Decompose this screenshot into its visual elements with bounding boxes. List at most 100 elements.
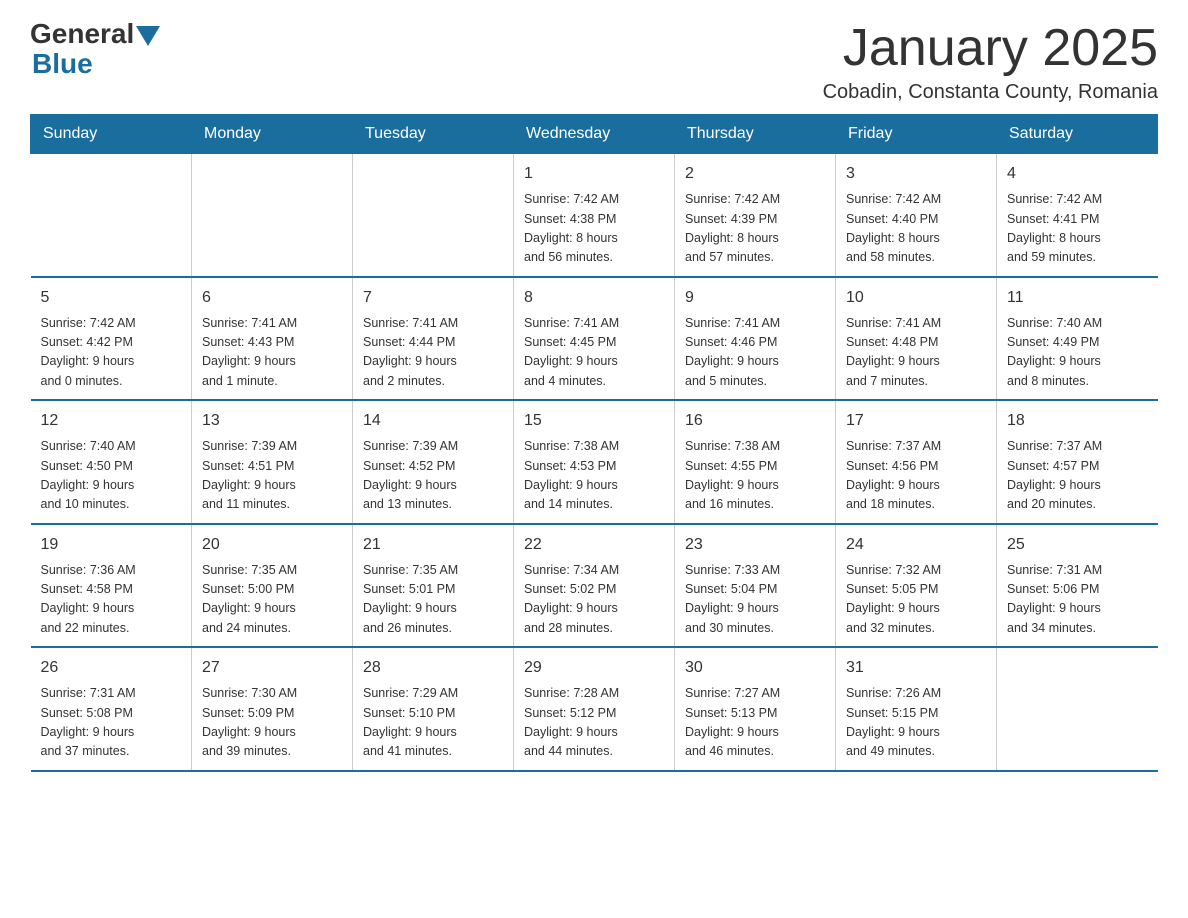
day-number: 6 <box>202 286 342 310</box>
calendar-cell: 7 Sunrise: 7:41 AMSunset: 4:44 PMDaylight… <box>353 277 514 401</box>
day-number: 7 <box>363 286 503 310</box>
day-info: Sunrise: 7:35 AMSunset: 5:01 PMDaylight:… <box>363 561 503 639</box>
day-info: Sunrise: 7:26 AMSunset: 5:15 PMDaylight:… <box>846 684 986 762</box>
day-info: Sunrise: 7:42 AMSunset: 4:38 PMDaylight:… <box>524 190 664 268</box>
calendar-cell: 19Sunrise: 7:36 AMSunset: 4:58 PMDayligh… <box>31 524 192 648</box>
day-info: Sunrise: 7:42 AMSunset: 4:41 PMDaylight:… <box>1007 190 1148 268</box>
day-info: Sunrise: 7:39 AMSunset: 4:52 PMDaylight:… <box>363 437 503 515</box>
day-number: 27 <box>202 656 342 680</box>
calendar-header: SundayMondayTuesdayWednesdayThursdayFrid… <box>31 115 1158 154</box>
day-info: Sunrise: 7:38 AMSunset: 4:55 PMDaylight:… <box>685 437 825 515</box>
day-info: Sunrise: 7:41 AMSunset: 4:45 PMDaylight:… <box>524 314 664 392</box>
day-info: Sunrise: 7:27 AMSunset: 5:13 PMDaylight:… <box>685 684 825 762</box>
day-info: Sunrise: 7:37 AMSunset: 4:56 PMDaylight:… <box>846 437 986 515</box>
calendar-cell: 21 Sunrise: 7:35 AMSunset: 5:01 PMDayligh… <box>353 524 514 648</box>
calendar-cell: 31 Sunrise: 7:26 AMSunset: 5:15 PMDayligh… <box>836 647 997 771</box>
day-info: Sunrise: 7:29 AMSunset: 5:10 PMDaylight:… <box>363 684 503 762</box>
day-info: Sunrise: 7:32 AMSunset: 5:05 PMDaylight:… <box>846 561 986 639</box>
calendar-title: January 2025 <box>823 20 1158 77</box>
day-number: 30 <box>685 656 825 680</box>
day-number: 12 <box>41 409 182 433</box>
logo-blue-text: Blue <box>30 50 160 78</box>
week-row-1: 1 Sunrise: 7:42 AMSunset: 4:38 PMDaylight… <box>31 154 1158 277</box>
day-number: 31 <box>846 656 986 680</box>
calendar-cell: 4 Sunrise: 7:42 AMSunset: 4:41 PMDaylight… <box>997 154 1158 277</box>
day-number: 24 <box>846 533 986 557</box>
day-info: Sunrise: 7:40 AMSunset: 4:49 PMDaylight:… <box>1007 314 1148 392</box>
calendar-cell: 29 Sunrise: 7:28 AMSunset: 5:12 PMDayligh… <box>514 647 675 771</box>
week-row-5: 26Sunrise: 7:31 AMSunset: 5:08 PMDayligh… <box>31 647 1158 771</box>
week-row-4: 19Sunrise: 7:36 AMSunset: 4:58 PMDayligh… <box>31 524 1158 648</box>
day-header-tuesday: Tuesday <box>353 115 514 154</box>
day-number: 10 <box>846 286 986 310</box>
calendar-cell: 13 Sunrise: 7:39 AMSunset: 4:51 PMDayligh… <box>192 400 353 524</box>
day-number: 11 <box>1007 286 1148 310</box>
calendar-subtitle: Cobadin, Constanta County, Romania <box>823 81 1158 104</box>
calendar-cell: 26Sunrise: 7:31 AMSunset: 5:08 PMDayligh… <box>31 647 192 771</box>
day-header-friday: Friday <box>836 115 997 154</box>
day-info: Sunrise: 7:42 AMSunset: 4:40 PMDaylight:… <box>846 190 986 268</box>
day-info: Sunrise: 7:31 AMSunset: 5:08 PMDaylight:… <box>41 684 182 762</box>
day-number: 20 <box>202 533 342 557</box>
day-number: 8 <box>524 286 664 310</box>
day-header-wednesday: Wednesday <box>514 115 675 154</box>
day-info: Sunrise: 7:41 AMSunset: 4:46 PMDaylight:… <box>685 314 825 392</box>
calendar-cell: 10Sunrise: 7:41 AMSunset: 4:48 PMDayligh… <box>836 277 997 401</box>
day-number: 28 <box>363 656 503 680</box>
day-info: Sunrise: 7:33 AMSunset: 5:04 PMDaylight:… <box>685 561 825 639</box>
calendar-cell <box>31 154 192 277</box>
day-info: Sunrise: 7:40 AMSunset: 4:50 PMDaylight:… <box>41 437 182 515</box>
calendar-cell: 16 Sunrise: 7:38 AMSunset: 4:55 PMDayligh… <box>675 400 836 524</box>
day-info: Sunrise: 7:31 AMSunset: 5:06 PMDaylight:… <box>1007 561 1148 639</box>
calendar-cell: 18Sunrise: 7:37 AMSunset: 4:57 PMDayligh… <box>997 400 1158 524</box>
day-info: Sunrise: 7:37 AMSunset: 4:57 PMDaylight:… <box>1007 437 1148 515</box>
day-number: 9 <box>685 286 825 310</box>
day-info: Sunrise: 7:34 AMSunset: 5:02 PMDaylight:… <box>524 561 664 639</box>
calendar-cell: 17 Sunrise: 7:37 AMSunset: 4:56 PMDayligh… <box>836 400 997 524</box>
day-info: Sunrise: 7:30 AMSunset: 5:09 PMDaylight:… <box>202 684 342 762</box>
week-row-3: 12 Sunrise: 7:40 AMSunset: 4:50 PMDayligh… <box>31 400 1158 524</box>
calendar-cell: 5Sunrise: 7:42 AMSunset: 4:42 PMDaylight… <box>31 277 192 401</box>
day-number: 3 <box>846 162 986 186</box>
day-info: Sunrise: 7:39 AMSunset: 4:51 PMDaylight:… <box>202 437 342 515</box>
day-number: 17 <box>846 409 986 433</box>
day-info: Sunrise: 7:38 AMSunset: 4:53 PMDaylight:… <box>524 437 664 515</box>
calendar-cell: 22 Sunrise: 7:34 AMSunset: 5:02 PMDayligh… <box>514 524 675 648</box>
calendar-body: 1 Sunrise: 7:42 AMSunset: 4:38 PMDaylight… <box>31 154 1158 771</box>
calendar-table: SundayMondayTuesdayWednesdayThursdayFrid… <box>30 114 1158 772</box>
day-header-thursday: Thursday <box>675 115 836 154</box>
day-info: Sunrise: 7:42 AMSunset: 4:39 PMDaylight:… <box>685 190 825 268</box>
calendar-cell: 2 Sunrise: 7:42 AMSunset: 4:39 PMDaylight… <box>675 154 836 277</box>
calendar-cell <box>997 647 1158 771</box>
logo-arrow-icon <box>136 26 160 46</box>
day-number: 4 <box>1007 162 1148 186</box>
page-header: General Blue January 2025 Cobadin, Const… <box>30 20 1158 104</box>
day-number: 29 <box>524 656 664 680</box>
calendar-cell: 27 Sunrise: 7:30 AMSunset: 5:09 PMDayligh… <box>192 647 353 771</box>
calendar-cell: 23Sunrise: 7:33 AMSunset: 5:04 PMDayligh… <box>675 524 836 648</box>
days-header-row: SundayMondayTuesdayWednesdayThursdayFrid… <box>31 115 1158 154</box>
calendar-cell: 8 Sunrise: 7:41 AMSunset: 4:45 PMDaylight… <box>514 277 675 401</box>
calendar-cell: 14Sunrise: 7:39 AMSunset: 4:52 PMDayligh… <box>353 400 514 524</box>
title-block: January 2025 Cobadin, Constanta County, … <box>823 20 1158 104</box>
day-number: 16 <box>685 409 825 433</box>
calendar-cell <box>353 154 514 277</box>
calendar-cell: 9 Sunrise: 7:41 AMSunset: 4:46 PMDaylight… <box>675 277 836 401</box>
day-number: 13 <box>202 409 342 433</box>
day-info: Sunrise: 7:28 AMSunset: 5:12 PMDaylight:… <box>524 684 664 762</box>
day-number: 2 <box>685 162 825 186</box>
day-number: 19 <box>41 533 182 557</box>
calendar-cell: 30 Sunrise: 7:27 AMSunset: 5:13 PMDayligh… <box>675 647 836 771</box>
day-number: 22 <box>524 533 664 557</box>
day-info: Sunrise: 7:41 AMSunset: 4:44 PMDaylight:… <box>363 314 503 392</box>
day-number: 1 <box>524 162 664 186</box>
calendar-cell: 12 Sunrise: 7:40 AMSunset: 4:50 PMDayligh… <box>31 400 192 524</box>
day-info: Sunrise: 7:35 AMSunset: 5:00 PMDaylight:… <box>202 561 342 639</box>
day-info: Sunrise: 7:41 AMSunset: 4:43 PMDaylight:… <box>202 314 342 392</box>
logo-general-text: General <box>30 20 134 48</box>
calendar-cell: 25 Sunrise: 7:31 AMSunset: 5:06 PMDayligh… <box>997 524 1158 648</box>
calendar-cell: 24 Sunrise: 7:32 AMSunset: 5:05 PMDayligh… <box>836 524 997 648</box>
day-number: 21 <box>363 533 503 557</box>
calendar-cell: 6 Sunrise: 7:41 AMSunset: 4:43 PMDaylight… <box>192 277 353 401</box>
day-number: 25 <box>1007 533 1148 557</box>
